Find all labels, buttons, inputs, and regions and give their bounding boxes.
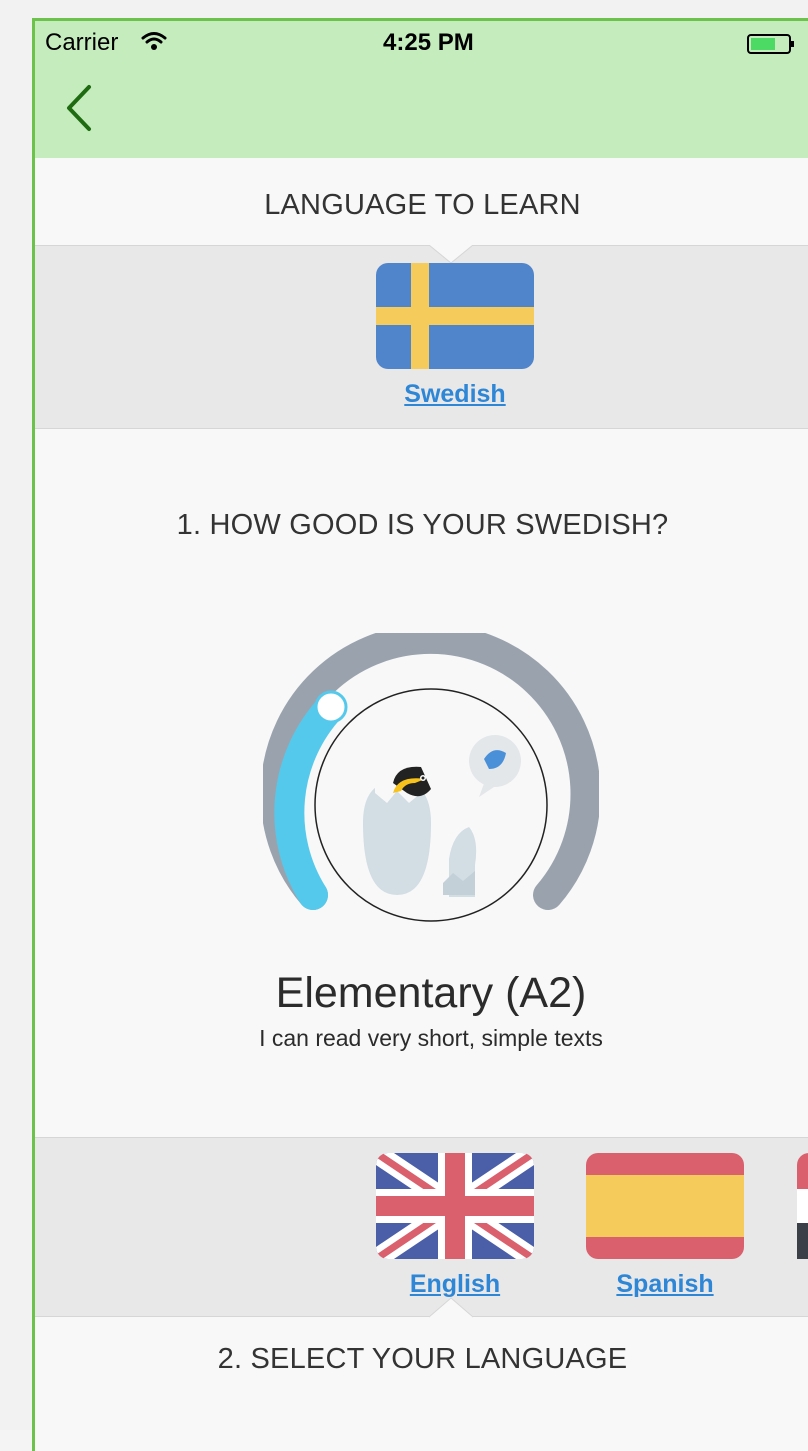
native-language-label-spanish: Spanish [616,1270,714,1298]
sweden-flag-icon [376,263,534,369]
native-language-spanish[interactable]: Spanish [586,1153,744,1299]
chevron-left-icon [67,85,91,131]
native-language-label-english: English [409,1270,501,1298]
pointer-up-icon [429,1297,473,1318]
native-language-english[interactable]: English [376,1153,534,1299]
native-section-title: 2. SELECT YOUR LANGUAGE [217,1343,628,1375]
level-slider-knob [314,690,348,724]
screen-margin-left [0,0,32,1430]
pointer-down-icon [429,245,473,264]
level-description: I can read very short, simple texts [259,1025,603,1051]
battery-icon [747,33,797,62]
navigation-bar: Carrier 4:25 PM [35,21,808,158]
spain-flag-icon [586,1153,744,1259]
flag-icon-partial [797,1153,808,1259]
back-button[interactable] [63,83,95,138]
learn-section-title: LANGUAGE TO LEARN [264,189,581,221]
screen-margin-top [0,0,808,18]
status-bar: Carrier 4:25 PM [35,21,808,63]
native-language-next-partial[interactable] [797,1153,808,1264]
level-question: 1. HOW GOOD IS YOUR SWEDISH? [176,509,669,541]
learn-language-label: Swedish [404,380,506,408]
wifi-icon [141,30,167,58]
uk-flag-icon [376,1153,534,1259]
learn-language-swedish[interactable]: Swedish [376,263,534,409]
level-title: Elementary (A2) [275,969,587,1017]
status-time: 4:25 PM [383,29,474,56]
carrier-label: Carrier [45,29,119,56]
app-screen: Carrier 4:25 PM LANGUAGE TO LEARN Swedis… [32,18,808,1451]
learn-language-band: Swedish [35,245,808,429]
native-language-band: English Spanish [35,1137,808,1318]
level-slider[interactable] [260,623,601,923]
